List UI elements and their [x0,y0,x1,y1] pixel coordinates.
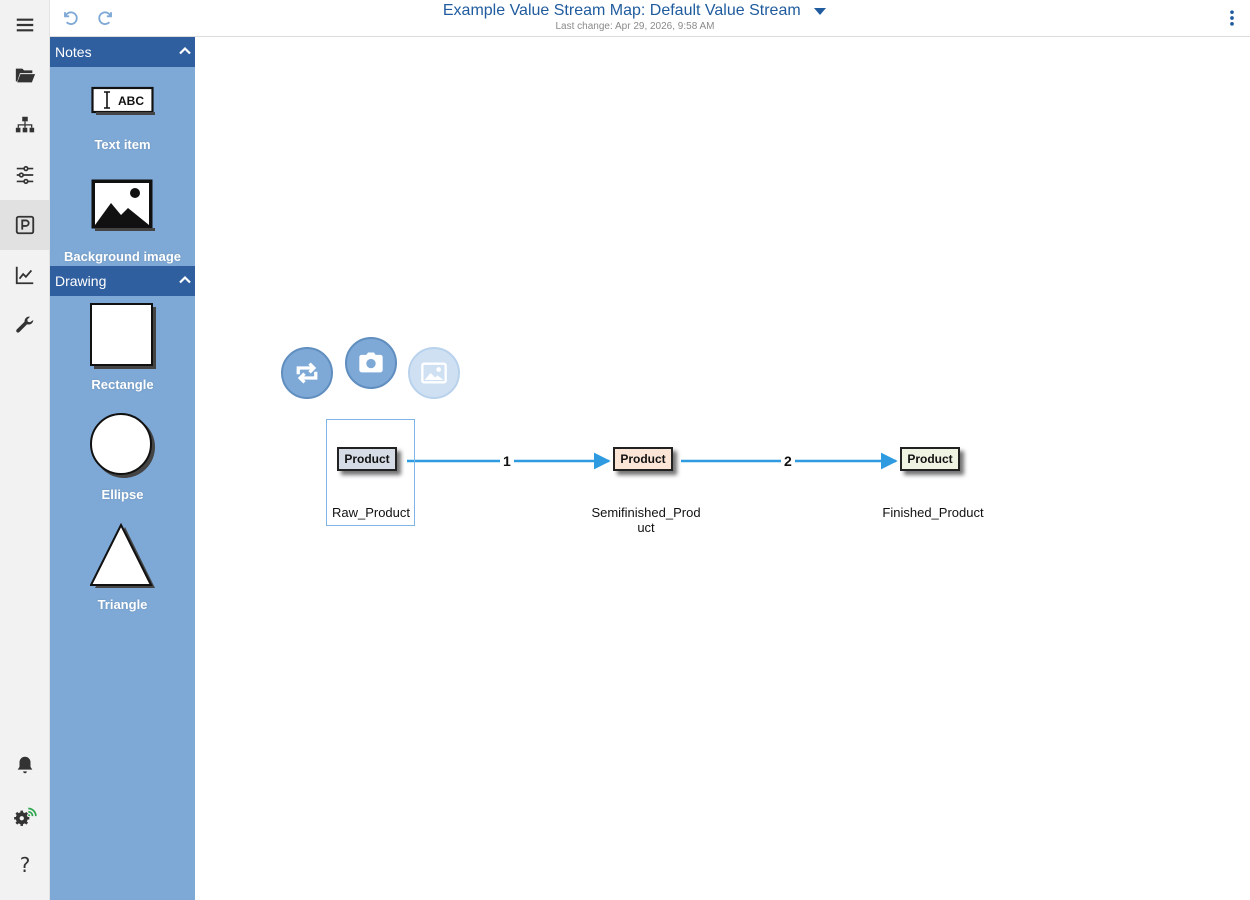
chart-button[interactable] [0,250,50,300]
background-image-label: Background image [63,249,182,264]
palette-panel: Notes ABC Text item Background image Dra… [50,37,195,900]
process-flow-icon [16,165,34,185]
image-icon [91,179,155,231]
rectangle-label: Rectangle [91,377,154,392]
parking-icon [15,215,35,235]
tools-button[interactable] [0,300,50,350]
rectangle-shape-icon [89,303,156,369]
settings-wifi-icon [14,807,37,826]
node-label[interactable]: Finished_Product [868,505,998,520]
settings-button[interactable] [0,790,50,840]
palette-rectangle[interactable]: Rectangle [50,303,195,392]
node-label[interactable]: Semifinished_Product [581,505,711,535]
edge-label[interactable]: 2 [781,453,795,469]
caret-down-icon[interactable] [813,4,827,18]
notes-section-title: Notes [55,44,92,60]
drawing-section-title: Drawing [55,273,107,289]
palette-ellipse[interactable]: Ellipse [50,413,195,502]
palette-triangle[interactable]: Triangle [50,523,195,612]
left-rail: ? [0,0,50,900]
bell-icon [17,756,33,774]
edge-label[interactable]: 1 [500,453,514,469]
menu-icon [16,18,34,32]
menu-button[interactable] [0,0,50,50]
title-area: Example Value Stream Map: Default Value … [50,2,1220,32]
open-button[interactable] [0,50,50,100]
page-title[interactable]: Example Value Stream Map: Default Value … [443,2,801,20]
node-product-box[interactable]: Product [613,447,673,471]
ellipse-shape-icon [89,413,155,478]
folder-open-icon [15,68,36,83]
triangle-label: Triangle [97,597,148,612]
notes-section-header[interactable]: Notes [50,37,195,67]
last-change-text: Last change: Apr 29, 2026, 9:58 AM [555,21,715,32]
text-item-icon: ABC [90,86,155,115]
more-options-button[interactable] [1220,6,1244,30]
triangle-shape-icon [89,523,155,588]
help-button[interactable]: ? [0,840,50,890]
top-bar: Example Value Stream Map: Default Value … [50,0,1250,37]
node-product-box[interactable]: Product [337,447,397,471]
drawing-section-header[interactable]: Drawing [50,266,195,296]
hierarchy-button[interactable] [0,100,50,150]
wrench-icon [16,316,34,333]
more-vertical-icon [1230,10,1234,26]
hierarchy-icon [15,116,35,133]
notifications-button[interactable] [0,740,50,790]
help-icon: ? [19,853,31,877]
palette-background-image[interactable]: Background image [50,179,195,264]
ellipse-label: Ellipse [101,487,144,502]
chevron-up-icon [179,46,191,55]
process-button[interactable] [0,150,50,200]
palette-button[interactable] [0,200,50,250]
diagram-canvas[interactable]: 1 2 Product Raw_Product Product Semifini… [195,37,1250,900]
chevron-up-icon [179,275,191,284]
text-item-icon-text: ABC [118,94,144,108]
chart-line-icon [15,266,34,285]
node-product-box[interactable]: Product [900,447,960,471]
palette-text-item[interactable]: ABC Text item [50,85,195,152]
text-item-label: Text item [94,137,151,152]
node-label[interactable]: Raw_Product [306,505,436,520]
